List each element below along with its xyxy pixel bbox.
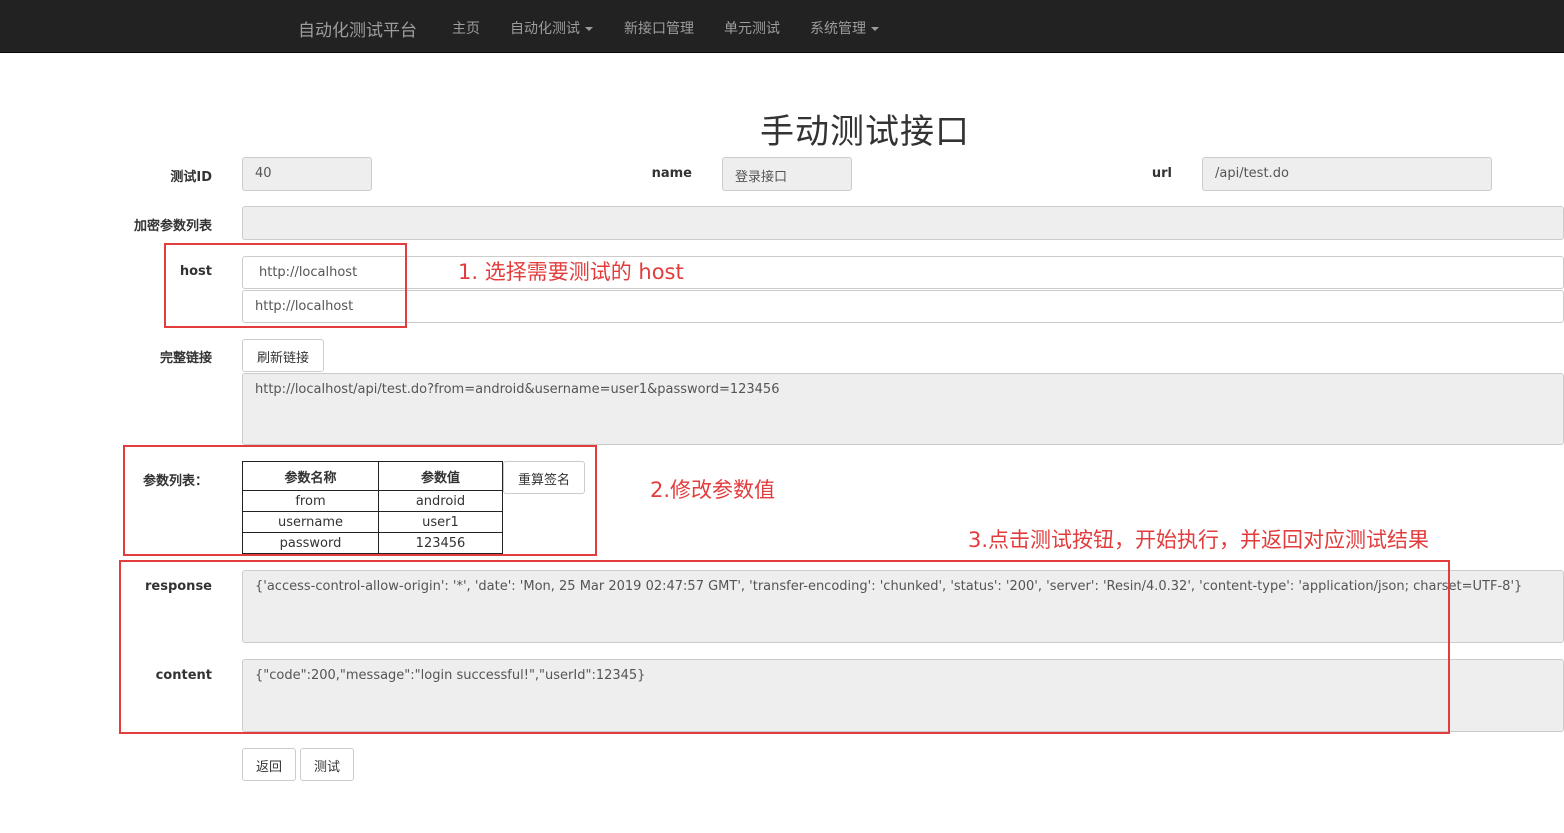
annotation-step1: 1. 选择需要测试的 host xyxy=(458,260,684,284)
nav-item-interface-mgmt[interactable]: 新接口管理 xyxy=(624,18,694,38)
test-button[interactable]: 测试 xyxy=(300,748,354,781)
encrypt-params-field[interactable] xyxy=(242,206,1564,240)
nav-item-unit-test[interactable]: 单元测试 xyxy=(724,18,780,38)
url-field[interactable]: /api/test.do xyxy=(1202,157,1492,191)
annotation-step2: 2.修改参数值 xyxy=(650,478,776,502)
nav-item-automation[interactable]: 自动化测试 xyxy=(510,18,593,38)
full-link-field[interactable]: http://localhost/api/test.do?from=androi… xyxy=(242,373,1564,445)
test-id-field[interactable]: 40 xyxy=(242,157,372,191)
nav-brand[interactable]: 自动化测试平台 xyxy=(298,16,417,41)
host-select[interactable]: http://localhost xyxy=(242,256,1564,289)
page-title: 手动测试接口 xyxy=(760,112,970,152)
annotation-box-host xyxy=(164,243,407,328)
nav-item-home[interactable]: 主页 xyxy=(452,18,480,38)
test-id-label: 测试ID xyxy=(170,170,212,185)
nav-item-automation-label: 自动化测试 xyxy=(510,21,580,37)
refresh-link-button[interactable]: 刷新链接 xyxy=(242,339,324,372)
chevron-down-icon xyxy=(585,27,593,31)
name-label: name xyxy=(651,166,692,181)
chevron-down-icon xyxy=(871,27,879,31)
url-label: url xyxy=(1151,166,1172,181)
host-input[interactable]: http://localhost xyxy=(242,290,1564,323)
nav-item-system-mgmt[interactable]: 系统管理 xyxy=(810,18,879,38)
annotation-box-results xyxy=(119,560,1450,734)
name-field[interactable]: 登录接口 xyxy=(722,157,852,191)
annotation-box-params xyxy=(123,445,597,556)
annotation-step3: 3.点击测试按钮，开始执行，并返回对应测试结果 xyxy=(968,528,1430,552)
nav-item-system-mgmt-label: 系统管理 xyxy=(810,21,866,37)
encrypt-params-label: 加密参数列表 xyxy=(133,219,212,234)
top-navbar: 自动化测试平台 主页 自动化测试 新接口管理 单元测试 系统管理 xyxy=(0,0,1564,53)
back-button[interactable]: 返回 xyxy=(242,748,296,781)
full-link-label: 完整链接 xyxy=(159,351,212,366)
